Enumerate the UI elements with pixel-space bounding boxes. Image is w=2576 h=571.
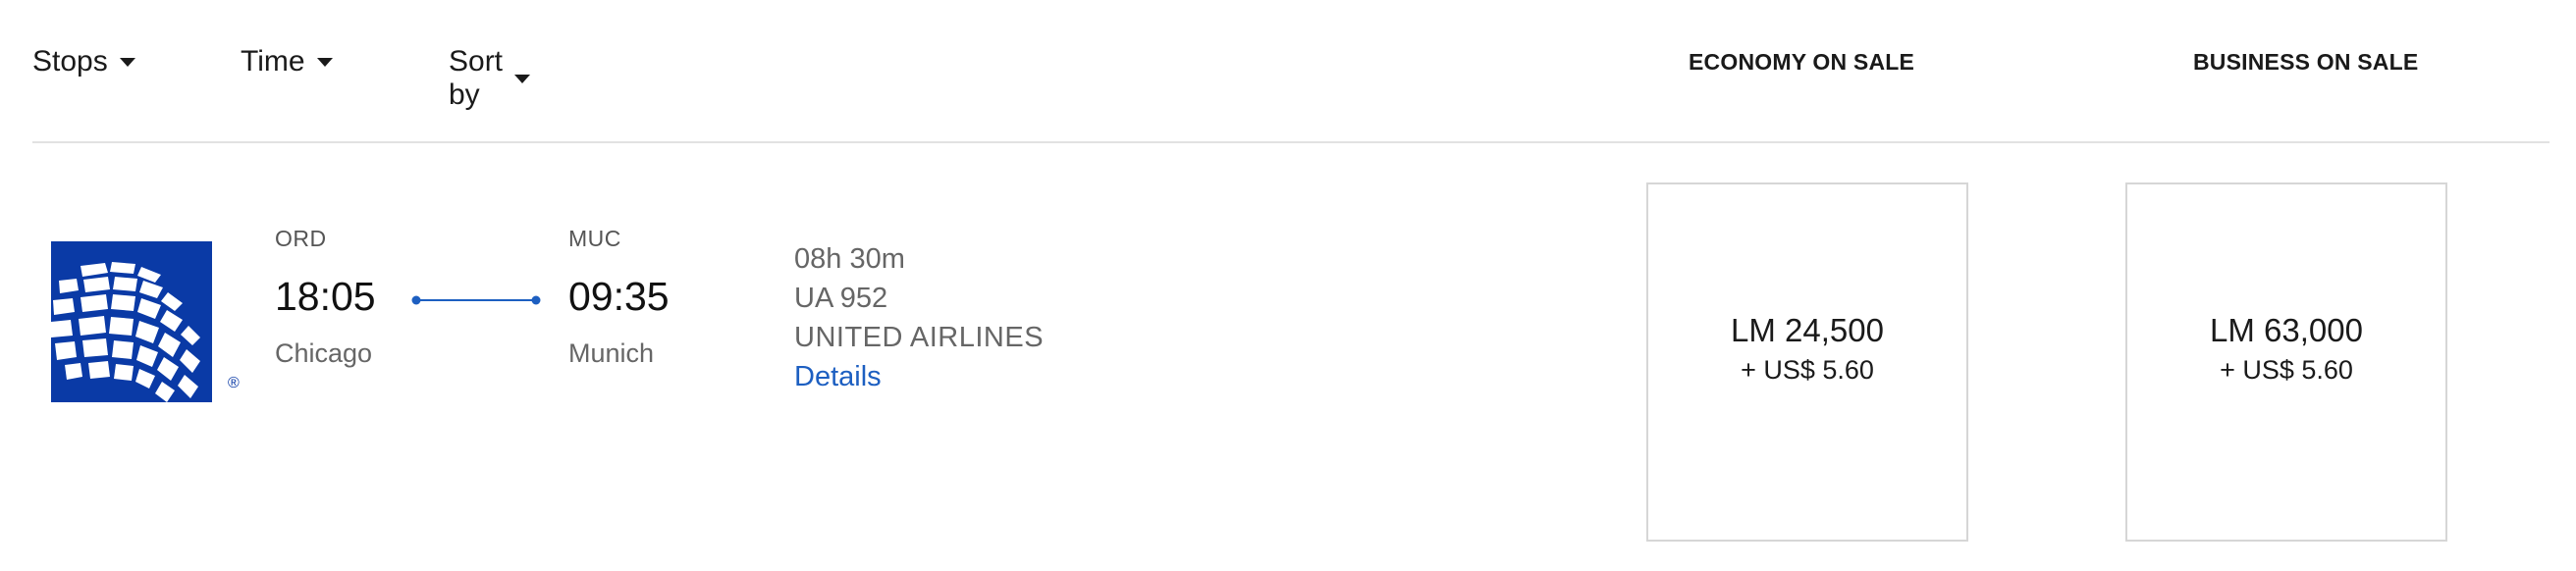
caret-down-icon (119, 57, 135, 67)
time-filter-label: Time (241, 45, 305, 78)
sort-by-label: Sort by (449, 45, 504, 111)
route-line-icon (411, 295, 541, 305)
sort-by-dropdown[interactable]: Sort by (449, 45, 531, 112)
stops-filter-dropdown[interactable]: Stops (32, 45, 135, 78)
economy-fare-miles: LM 24,500 (1731, 312, 1884, 348)
time-filter-dropdown[interactable]: Time (241, 45, 333, 78)
business-column-header: BUSINESS ON SALE (2193, 49, 2419, 75)
economy-column-header: ECONOMY ON SALE (1689, 49, 1915, 75)
economy-fare-card[interactable]: LM 24,500 + US$ 5.60 (1646, 182, 1968, 542)
caret-down-icon (514, 74, 531, 83)
caret-down-icon (316, 57, 333, 67)
economy-fare-tax: + US$ 5.60 (1741, 355, 1874, 385)
registered-trademark-icon: ® (228, 375, 240, 391)
destination-airport-code: MUC (568, 226, 621, 251)
united-airlines-globe-icon (51, 241, 212, 402)
origin-city: Chicago (275, 338, 373, 368)
details-link[interactable]: Details (794, 361, 882, 393)
destination-city: Munich (568, 338, 655, 368)
business-fare-tax: + US$ 5.60 (2220, 355, 2353, 385)
airline-name: UNITED AIRLINES (794, 322, 1045, 353)
flight-number: UA 952 (794, 283, 888, 314)
origin-airport-code: ORD (275, 226, 327, 251)
flight-duration: 08h 30m (794, 243, 905, 275)
business-fare-card[interactable]: LM 63,000 + US$ 5.60 (2125, 182, 2447, 542)
arrival-time: 09:35 (568, 274, 670, 319)
business-fare-miles: LM 63,000 (2210, 312, 2363, 348)
stops-filter-label: Stops (32, 45, 108, 78)
departure-time: 18:05 (275, 274, 376, 319)
header-divider (32, 141, 2549, 143)
